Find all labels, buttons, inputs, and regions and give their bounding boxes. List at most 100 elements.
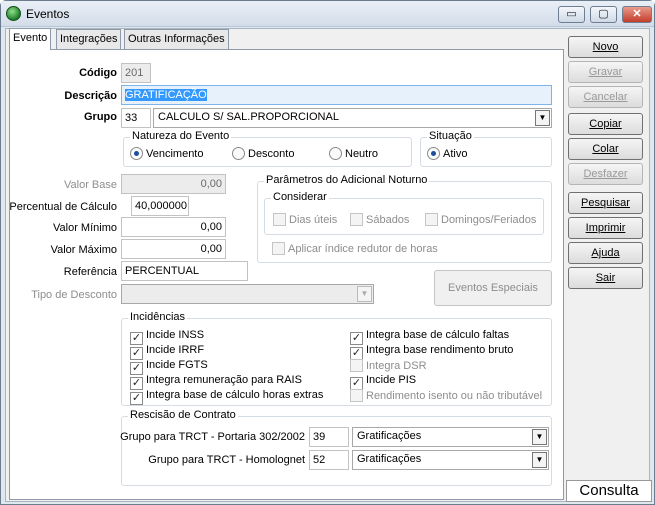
integra-rais-label: Integra remuneração para RAIS bbox=[146, 374, 302, 386]
radio-desconto-label: Desconto bbox=[248, 148, 295, 160]
grupo-selected-value: CALCULO S/ SAL.PROPORCIONAL bbox=[158, 111, 339, 123]
situacao-title: Situação bbox=[427, 130, 474, 142]
referencia-field[interactable]: PERCENTUAL bbox=[121, 261, 248, 281]
radio-selected-icon bbox=[130, 147, 143, 160]
tab-evento[interactable]: Evento bbox=[9, 28, 52, 50]
eventos-window: Eventos ▭ ▢ ✕ Evento Integrações Outras … bbox=[0, 0, 655, 505]
checkbox-icon bbox=[350, 213, 363, 226]
trct-portaria-select[interactable]: Gratificações ▼ bbox=[352, 427, 549, 447]
checkbox-sabados[interactable]: Sábados bbox=[350, 213, 409, 226]
trct-homolognet-select[interactable]: Gratificações ▼ bbox=[352, 450, 549, 470]
referencia-label: Referência bbox=[63, 266, 117, 278]
chevron-down-icon[interactable]: ▼ bbox=[532, 429, 547, 445]
checkbox-incide-fgts[interactable]: ✓ Incide FGTS bbox=[130, 359, 208, 375]
checkbox-integra-horas-extras[interactable]: ✓ Integra base de cálculo horas extras bbox=[130, 389, 323, 405]
valor-base-label: Valor Base bbox=[64, 179, 117, 191]
minimize-button[interactable]: ▭ bbox=[558, 6, 585, 23]
tipo-desconto-label: Tipo de Desconto bbox=[31, 289, 117, 301]
content-area: Evento Integrações Outras Informações Có… bbox=[5, 28, 650, 502]
percentual-field[interactable]: 40,000000 bbox=[131, 196, 189, 216]
domingos-feriados-label: Domingos/Feriados bbox=[441, 214, 537, 226]
tipo-desconto-select: ▼ bbox=[121, 284, 374, 304]
valor-base-field: 0,00 bbox=[121, 174, 226, 194]
sair-button[interactable]: Sair bbox=[568, 267, 643, 289]
checkbox-integra-dsr[interactable]: Integra DSR bbox=[350, 359, 427, 372]
natureza-title: Natureza do Evento bbox=[130, 130, 232, 142]
chevron-down-icon: ▼ bbox=[357, 286, 372, 302]
grupo-code-field[interactable]: 33 bbox=[121, 108, 151, 128]
checkbox-integra-rendimento-bruto[interactable]: ✓ Integra base rendimento bruto bbox=[350, 344, 513, 360]
checkbox-integra-faltas[interactable]: ✓ Integra base de cálculo faltas bbox=[350, 329, 509, 345]
radio-selected-icon bbox=[427, 147, 440, 160]
maximize-button[interactable]: ▢ bbox=[590, 6, 617, 23]
imprimir-button[interactable]: Imprimir bbox=[568, 217, 643, 239]
rescisao-title: Rescisão de Contrato bbox=[128, 409, 238, 421]
trct-portaria-label: Grupo para TRCT - Portaria 302/2002 bbox=[120, 431, 305, 443]
tab-integracoes[interactable]: Integrações bbox=[56, 29, 122, 49]
integra-dsr-label: Integra DSR bbox=[366, 360, 427, 372]
trct-portaria-code-field[interactable]: 39 bbox=[309, 427, 349, 447]
trct-portaria-value: Gratificações bbox=[357, 430, 422, 442]
checkbox-incide-inss[interactable]: ✓ Incide INSS bbox=[130, 329, 204, 345]
valor-maximo-label: Valor Máximo bbox=[50, 244, 117, 256]
colar-button[interactable]: Colar bbox=[568, 138, 643, 160]
grupo-select[interactable]: CALCULO S/ SAL.PROPORCIONAL ▼ bbox=[153, 108, 552, 128]
incidencias-title: Incidências bbox=[128, 311, 188, 323]
evento-tab-panel: Código 201 Descrição GRATIFICAÇÃO Grupo … bbox=[9, 49, 564, 500]
descricao-field[interactable]: GRATIFICAÇÃO bbox=[121, 85, 552, 105]
codigo-field: 201 bbox=[121, 63, 151, 83]
descricao-selected-text: GRATIFICAÇÃO bbox=[125, 89, 207, 101]
considerar-title: Considerar bbox=[271, 191, 329, 203]
descricao-label: Descrição bbox=[64, 90, 117, 102]
trct-homolognet-code-field[interactable]: 52 bbox=[309, 450, 349, 470]
checkbox-aplicar-redutor[interactable]: Aplicar índice redutor de horas bbox=[272, 242, 438, 255]
chevron-down-icon[interactable]: ▼ bbox=[535, 110, 550, 126]
checkbox-integra-rais[interactable]: ✓ Integra remuneração para RAIS bbox=[130, 374, 302, 390]
radio-icon bbox=[329, 147, 342, 160]
incide-irrf-label: Incide IRRF bbox=[146, 344, 205, 356]
gravar-button[interactable]: Gravar bbox=[568, 61, 643, 83]
checkbox-dias-uteis[interactable]: Dias úteis bbox=[273, 213, 337, 226]
valor-minimo-field[interactable]: 0,00 bbox=[121, 217, 226, 237]
considerar-group: Considerar Dias úteis Sábados Domingos/F… bbox=[264, 191, 544, 235]
cancelar-button[interactable]: Cancelar bbox=[568, 86, 643, 108]
checkbox-icon bbox=[350, 389, 363, 402]
radio-desconto[interactable]: Desconto bbox=[232, 147, 294, 160]
tab-outras-informacoes[interactable]: Outras Informações bbox=[124, 29, 229, 49]
checkbox-icon bbox=[273, 213, 286, 226]
radio-vencimento[interactable]: Vencimento bbox=[130, 147, 203, 160]
rescisao-group: Rescisão de Contrato Grupo para TRCT - P… bbox=[120, 409, 552, 486]
eventos-especiais-button[interactable]: Eventos Especiais bbox=[434, 270, 552, 306]
checkbox-incide-irrf[interactable]: ✓ Incide IRRF bbox=[130, 344, 204, 360]
title-bar[interactable]: Eventos ▭ ▢ ✕ bbox=[1, 1, 654, 27]
codigo-label: Código bbox=[79, 67, 117, 79]
checkbox-icon bbox=[350, 359, 363, 372]
rendimento-isento-label: Rendimento isento ou não tributável bbox=[366, 390, 543, 402]
radio-ativo-label: Ativo bbox=[443, 148, 468, 160]
radio-icon bbox=[232, 147, 245, 160]
incide-inss-label: Incide INSS bbox=[146, 329, 205, 341]
valor-minimo-label: Valor Mínimo bbox=[53, 222, 117, 234]
pesquisar-button[interactable]: Pesquisar bbox=[568, 192, 643, 214]
valor-maximo-field[interactable]: 0,00 bbox=[121, 239, 226, 259]
grupo-label: Grupo bbox=[84, 111, 117, 123]
close-button[interactable]: ✕ bbox=[622, 6, 652, 23]
trct-homolognet-label: Grupo para TRCT - Homolognet bbox=[148, 454, 305, 466]
dias-uteis-label: Dias úteis bbox=[289, 214, 338, 226]
copiar-button[interactable]: Copiar bbox=[568, 113, 643, 135]
radio-neutro[interactable]: Neutro bbox=[329, 147, 378, 160]
sabados-label: Sábados bbox=[366, 214, 410, 226]
radio-ativo[interactable]: Ativo bbox=[427, 147, 467, 160]
checkbox-rendimento-isento[interactable]: Rendimento isento ou não tributável bbox=[350, 389, 542, 402]
checkbox-icon bbox=[272, 242, 285, 255]
chevron-down-icon[interactable]: ▼ bbox=[532, 452, 547, 468]
checkbox-checked-icon: ✓ bbox=[130, 392, 143, 405]
novo-button[interactable]: Novo bbox=[568, 36, 643, 58]
checkbox-incide-pis[interactable]: ✓ Incide PIS bbox=[350, 374, 416, 390]
checkbox-domingos-feriados[interactable]: Domingos/Feriados bbox=[425, 213, 536, 226]
natureza-group: Natureza do Evento Vencimento Desconto N… bbox=[123, 130, 412, 167]
ajuda-button[interactable]: Ajuda bbox=[568, 242, 643, 264]
checkbox-icon bbox=[425, 213, 438, 226]
desfazer-button[interactable]: Desfazer bbox=[568, 163, 643, 185]
adicional-noturno-title: Parâmetros do Adicional Noturno bbox=[264, 174, 430, 186]
